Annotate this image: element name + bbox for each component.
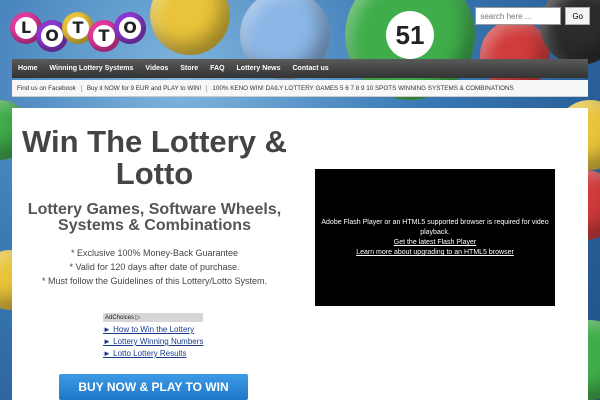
validity-bullet: * Valid for 120 days after date of purch… bbox=[69, 262, 240, 272]
subnav-link-buy[interactable]: Buy it NOW for 9 EUR and PLAY to WIN! bbox=[82, 84, 208, 92]
logo-ball: O bbox=[114, 12, 146, 44]
subnav-link-keno[interactable]: 100% KENO WIN! DAILY LOTTERY GAMES 5 6 7… bbox=[207, 85, 518, 92]
search-input[interactable] bbox=[475, 7, 562, 25]
page-subtitle: Lottery Games, Software Wheels, Systems … bbox=[27, 201, 282, 234]
intro-column: Win The Lottery & Lotto Lottery Games, S… bbox=[12, 108, 297, 288]
nav-item-faq[interactable]: FAQ bbox=[204, 65, 230, 72]
html5-upgrade-link[interactable]: Learn more about upgrading to an HTML5 b… bbox=[321, 248, 549, 258]
guidelines-bullet: * Must follow the Guidelines of this Lot… bbox=[41, 276, 268, 286]
ad-link-how-to-win[interactable]: ► How to Win the Lottery bbox=[103, 325, 203, 334]
lottery-ball-decoration bbox=[150, 0, 230, 55]
flash-required-text: Adobe Flash Player or an HTML5 supported… bbox=[321, 219, 549, 236]
ball-number: 51 bbox=[386, 11, 434, 59]
ad-link-winning-numbers[interactable]: ► Lottery Winning Numbers bbox=[103, 337, 203, 346]
nav-item-home[interactable]: Home bbox=[12, 65, 43, 72]
subnav-bar: Find us on Facebook Buy it NOW for 9 EUR… bbox=[12, 80, 588, 97]
nav-item-store[interactable]: Store bbox=[174, 65, 204, 72]
nav-item-lottery-news[interactable]: Lottery News bbox=[231, 65, 287, 72]
main-nav: Home Winning Lottery Systems Videos Stor… bbox=[12, 59, 588, 78]
video-player[interactable]: Adobe Flash Player or an HTML5 supported… bbox=[315, 169, 555, 306]
search-bar: Go bbox=[475, 7, 590, 25]
site-logo[interactable]: L O T T O bbox=[10, 6, 150, 58]
main-content: Win The Lottery & Lotto Lottery Games, S… bbox=[12, 108, 588, 400]
subnav-link-facebook[interactable]: Find us on Facebook bbox=[12, 84, 82, 92]
page-title: Win The Lottery & Lotto bbox=[22, 124, 287, 191]
guarantee-bullet: * Exclusive 100% Money-Back Guarantee bbox=[70, 248, 239, 258]
nav-item-winning-lottery-systems[interactable]: Winning Lottery Systems bbox=[43, 65, 139, 72]
flash-player-link[interactable]: Get the latest Flash Player bbox=[321, 238, 549, 248]
nav-item-videos[interactable]: Videos bbox=[139, 65, 174, 72]
ad-link-lotto-results[interactable]: ► Lotto Lottery Results bbox=[103, 349, 203, 358]
ad-links-box: AdChoices ▷ ► How to Win the Lottery ► L… bbox=[103, 313, 203, 358]
video-message: Adobe Flash Player or an HTML5 supported… bbox=[315, 218, 555, 258]
adchoices-label[interactable]: AdChoices ▷ bbox=[103, 313, 203, 322]
search-go-button[interactable]: Go bbox=[565, 7, 590, 25]
nav-item-contact-us[interactable]: Contact us bbox=[287, 65, 335, 72]
buy-now-button[interactable]: BUY NOW & PLAY TO WIN bbox=[59, 374, 248, 400]
